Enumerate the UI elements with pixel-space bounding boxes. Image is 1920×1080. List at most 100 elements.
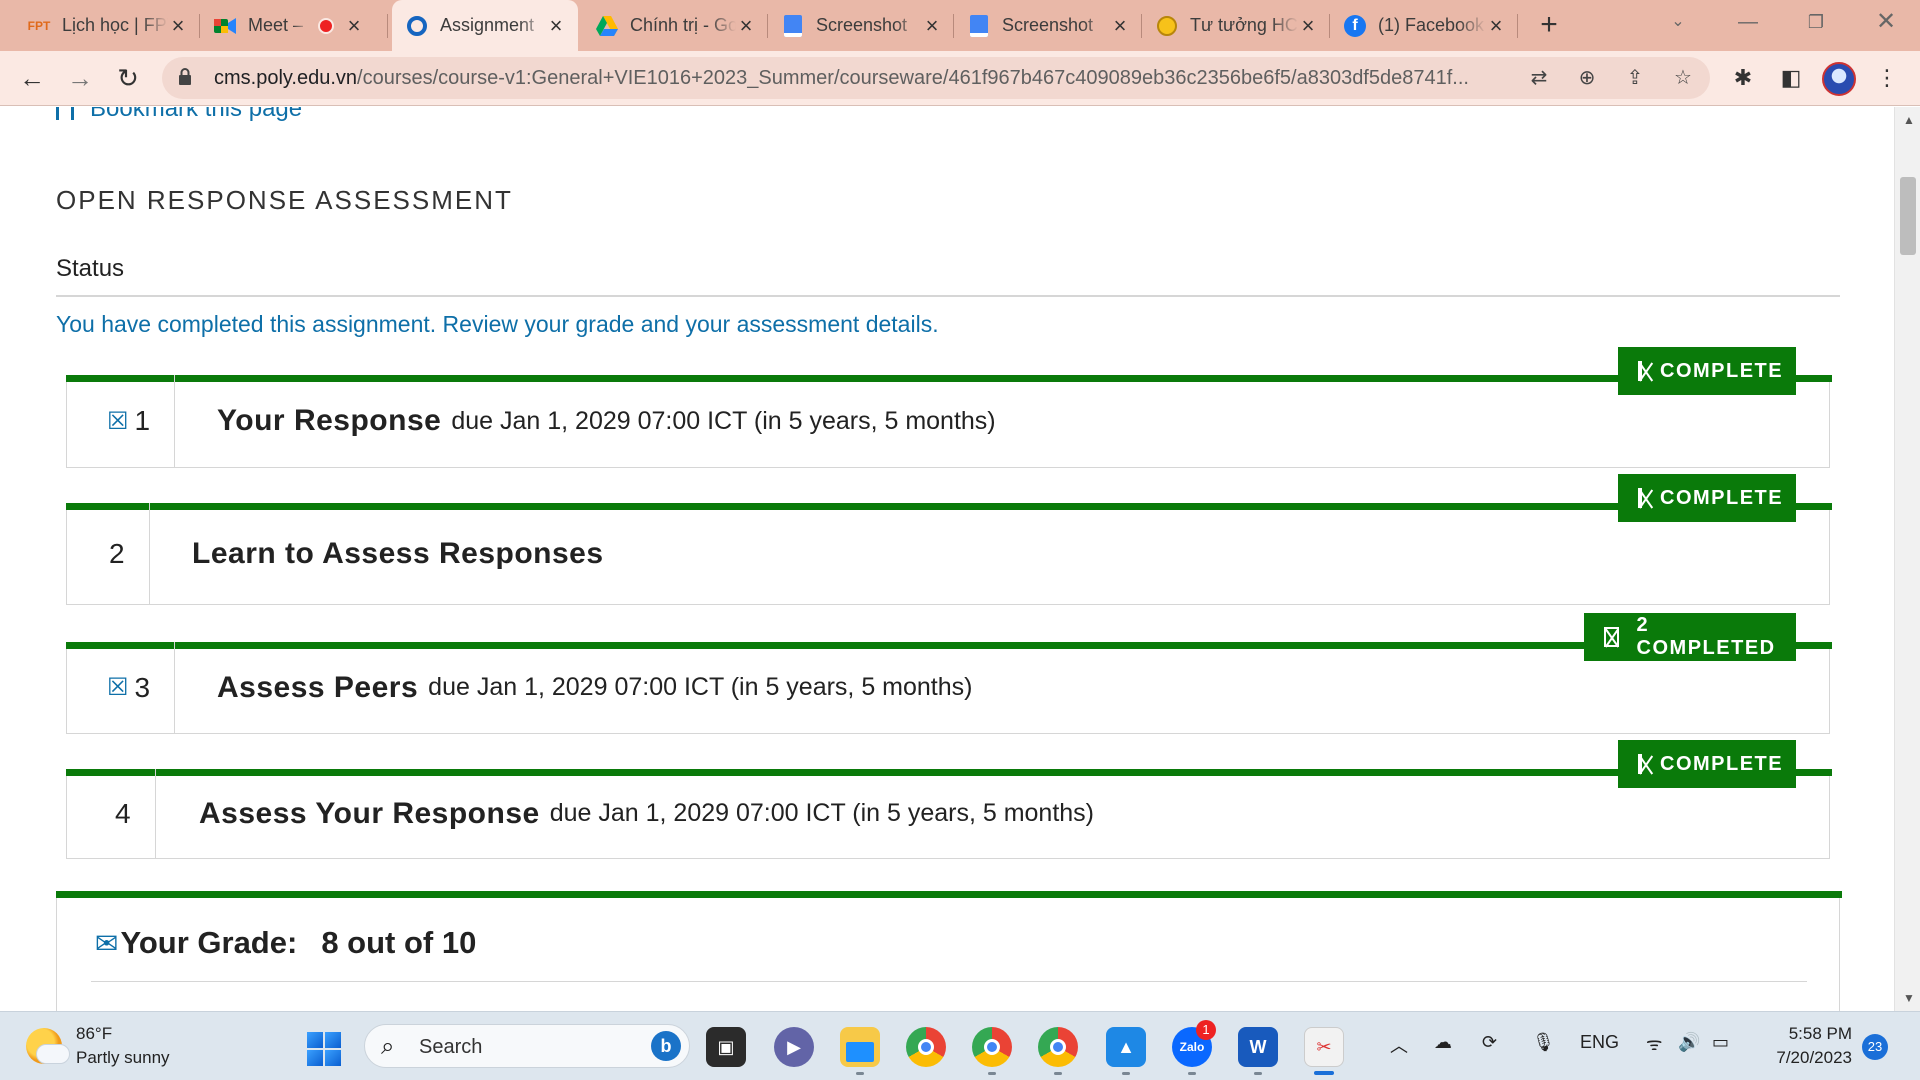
url-text[interactable]: cms.poly.edu.vn/courses/course-v1:Genera…: [214, 67, 1474, 90]
taskbar-search[interactable]: ⌕ Search b: [364, 1024, 690, 1068]
chrome-profile-icon[interactable]: [972, 1027, 1012, 1067]
close-icon[interactable]: ×: [344, 14, 364, 36]
step-number: ☒ 3: [107, 642, 176, 733]
tab-tu-tuong[interactable]: Tư tưởng HCM ×: [1142, 0, 1330, 51]
scrollbar-thumb[interactable]: [1900, 177, 1916, 255]
step-label: Assess Your Response due Jan 1, 2029 07:…: [199, 769, 1094, 858]
grade-section: ✉ Your Grade: 8 out of 10: [56, 891, 1842, 1011]
step-assess-peers[interactable]: ☒ 3 Assess Peers due Jan 1, 2029 07:00 IC…: [66, 642, 1832, 734]
clock-date: 7/20/2023: [1776, 1048, 1852, 1067]
task-view-icon[interactable]: ▣: [706, 1027, 746, 1067]
close-icon[interactable]: ×: [546, 14, 566, 36]
tab-title: Assignment: [440, 15, 535, 35]
scrollbar[interactable]: ▲ ▼: [1894, 107, 1920, 1011]
tab-search-icon[interactable]: ⌄: [1648, 0, 1708, 46]
tab-lich-hoc[interactable]: FPT Lịch học | FPT ×: [14, 0, 200, 51]
translate-icon[interactable]: ⇄: [1526, 65, 1552, 91]
chrome-icon[interactable]: [906, 1027, 946, 1067]
weather-temp: 86°F: [76, 1024, 113, 1043]
scroll-down-icon[interactable]: ▼: [1903, 991, 1915, 1005]
chrome-profile-icon[interactable]: [1038, 1027, 1078, 1067]
back-icon[interactable]: ←: [14, 61, 50, 97]
volume-icon[interactable]: 🔊: [1678, 1032, 1700, 1053]
photos-icon[interactable]: ▲: [1106, 1027, 1146, 1067]
step-number: 4: [115, 769, 156, 858]
grade-line[interactable]: ✉ Your Grade: 8 out of 10: [95, 925, 476, 961]
zoom-icon[interactable]: ⊕: [1574, 65, 1600, 91]
chevron-up-icon[interactable]: ︿: [1390, 1032, 1408, 1058]
side-panel-icon[interactable]: ◧: [1776, 63, 1806, 93]
tab-facebook[interactable]: f (1) Facebook ×: [1330, 0, 1518, 51]
bookmark-link[interactable]: Bookmark this page: [56, 107, 302, 123]
new-tab-button[interactable]: +: [1532, 8, 1566, 42]
step-due: due Jan 1, 2029 07:00 ICT (in 5 years, 5…: [451, 406, 996, 435]
tab-title: Tư tưởng HCM: [1190, 15, 1298, 35]
docs-icon: [782, 14, 804, 37]
tab-title: Screenshot: [816, 15, 908, 35]
sync-icon[interactable]: ⟳: [1482, 1032, 1497, 1053]
section-heading: OPEN RESPONSE ASSESSMENT: [56, 185, 513, 215]
emoji-icon: [1156, 15, 1178, 37]
browser-toolbar: ← → ↻ cms.poly.edu.vn/courses/course-v1:…: [0, 51, 1920, 106]
fpt-logo-icon: FPT: [27, 18, 51, 33]
taskbar: 86°F Partly sunny ⌕ Search b ▣ ▶ ▲ Zalo …: [0, 1011, 1920, 1080]
address-bar[interactable]: cms.poly.edu.vn/courses/course-v1:Genera…: [162, 57, 1710, 99]
complete-icon: [1638, 488, 1642, 508]
tab-title: Meet –: [248, 15, 304, 35]
tab-title: Chính trị - Google Drive: [630, 15, 736, 35]
bing-icon[interactable]: b: [651, 1031, 681, 1061]
menu-icon[interactable]: ⋮: [1872, 63, 1902, 93]
tab-title: Lịch học | FPT: [62, 15, 168, 35]
language-indicator[interactable]: ENG: [1580, 1032, 1619, 1053]
step-name: Learn to Assess Responses: [192, 536, 604, 570]
weather-widget[interactable]: 86°F Partly sunny: [26, 1022, 170, 1070]
tab-screenshot-2[interactable]: Screenshot ×: [954, 0, 1142, 51]
recording-icon: [318, 17, 334, 34]
tab-screenshot-1[interactable]: Screenshot ×: [768, 0, 954, 51]
step-learn-to-assess[interactable]: 2 Learn to Assess Responses: [66, 503, 1832, 605]
reload-icon[interactable]: ↻: [110, 61, 146, 97]
word-icon[interactable]: W: [1238, 1027, 1278, 1067]
tab-assignment[interactable]: Assignment ×: [392, 0, 578, 51]
complete-icon: [1638, 754, 1642, 774]
clock[interactable]: 5:58 PM 7/20/2023: [1760, 1022, 1852, 1070]
minimize-icon[interactable]: —: [1718, 0, 1778, 46]
close-icon[interactable]: ×: [1110, 14, 1130, 36]
forward-icon[interactable]: →: [62, 61, 98, 97]
file-explorer-icon[interactable]: [840, 1027, 880, 1067]
status-badge: COMPLETE: [1618, 347, 1796, 395]
scroll-up-icon[interactable]: ▲: [1903, 113, 1915, 127]
extensions-icon[interactable]: ✱: [1728, 63, 1758, 93]
step-assess-your-response[interactable]: 4 Assess Your Response due Jan 1, 2029 0…: [66, 769, 1832, 859]
search-placeholder: Search: [419, 1036, 483, 1058]
battery-icon[interactable]: ▭: [1712, 1032, 1729, 1053]
close-icon[interactable]: ×: [922, 14, 942, 36]
divider: [56, 295, 1840, 297]
status-message[interactable]: You have completed this assignment. Revi…: [56, 311, 939, 338]
microphone-icon[interactable]: 🎙: [1532, 1032, 1555, 1053]
step-your-response[interactable]: ☒ 1 Your Response due Jan 1, 2029 07:00 I…: [66, 375, 1832, 468]
step-number: ☒ 1: [107, 375, 176, 467]
restore-icon[interactable]: ❐: [1786, 0, 1846, 46]
tab-meet[interactable]: Meet – ×: [200, 0, 388, 51]
status-badge: COMPLETE: [1618, 474, 1796, 522]
close-window-icon[interactable]: ✕: [1856, 0, 1916, 46]
close-icon[interactable]: ×: [1486, 14, 1506, 36]
wifi-icon[interactable]: ᯤ: [1646, 1032, 1662, 1056]
notification-count[interactable]: 23: [1862, 1034, 1888, 1060]
onedrive-icon[interactable]: ☁: [1434, 1032, 1452, 1053]
teams-chat-icon[interactable]: ▶: [774, 1027, 814, 1067]
star-icon[interactable]: ☆: [1670, 65, 1696, 91]
drive-icon: [596, 15, 618, 37]
close-icon[interactable]: ×: [736, 14, 756, 36]
close-icon[interactable]: ×: [168, 14, 188, 36]
bookmark-icon: [56, 107, 74, 120]
tab-drive[interactable]: Chính trị - Google Drive ×: [582, 0, 768, 51]
share-icon[interactable]: ⇪: [1622, 65, 1648, 91]
weather-desc: Partly sunny: [76, 1048, 170, 1067]
snipping-tool-icon[interactable]: ✂: [1304, 1027, 1344, 1067]
close-icon[interactable]: ×: [1298, 14, 1318, 36]
start-button[interactable]: [307, 1032, 341, 1066]
profile-avatar[interactable]: [1822, 62, 1856, 96]
tab-title: Screenshot: [1002, 15, 1094, 35]
